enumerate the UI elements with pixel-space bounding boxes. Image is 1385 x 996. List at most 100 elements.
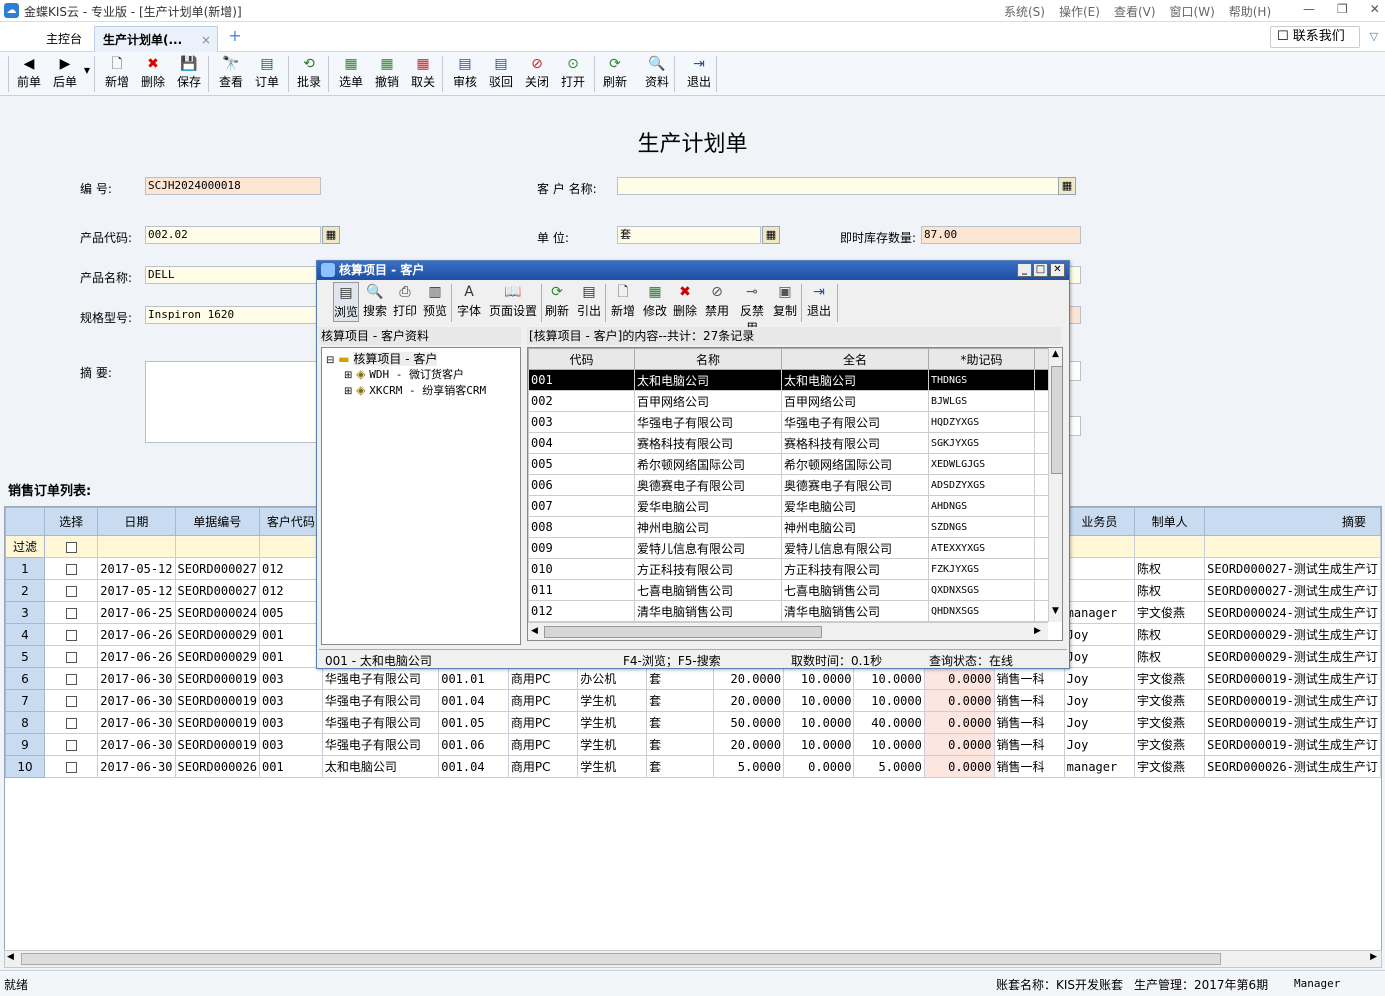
list-horizontal-scrollbar[interactable]: ◀ ▶ xyxy=(528,622,1048,640)
tree-node-wdh[interactable]: ⊞ ◈ WDH - 微订货客户 xyxy=(344,366,464,382)
tab-dropdown-icon[interactable]: ▽ xyxy=(1366,26,1382,48)
undo-button[interactable]: ▦ 撤销 xyxy=(370,54,404,94)
dialog-maximize-icon[interactable]: □ xyxy=(1033,263,1048,277)
product-name-field[interactable]: DELL xyxy=(145,266,321,284)
menu-system[interactable]: 系统(S) xyxy=(1004,3,1045,20)
table-row[interactable]: 10 2017-06-30 SEORD000026 001 太和电脑公司 001.04 商用… xyxy=(5,755,1381,778)
memo-textarea[interactable] xyxy=(145,361,321,443)
audit-button[interactable]: ▤ 审核 xyxy=(448,54,482,94)
header-date[interactable]: 日期 xyxy=(97,507,176,536)
table-row[interactable]: 6 2017-06-30 SEORD000019 003 华强电子有限公司 001.01 商… xyxy=(5,667,1381,690)
row-checkbox[interactable] xyxy=(65,761,77,773)
prev-button[interactable]: ◀ 前单 xyxy=(12,54,46,94)
dialog-disable-button[interactable]: ⊘ 禁用 xyxy=(703,282,731,322)
uncancel-button[interactable]: ▦ 取关 xyxy=(406,54,440,94)
info-button[interactable]: 🔍 资料 xyxy=(640,54,674,94)
filter-checkbox-cell[interactable] xyxy=(43,535,99,558)
customer-row[interactable]: 009 爱特儿信息有限公司 爱特儿信息有限公司 ATEXXYXGS xyxy=(528,537,1049,559)
dialog-minimize-icon[interactable]: _ xyxy=(1017,263,1032,277)
tab-production-plan[interactable]: 生产计划单(... × xyxy=(94,26,218,52)
select-cell[interactable] xyxy=(43,579,99,602)
select-cell[interactable] xyxy=(43,667,99,690)
save-button[interactable]: 💾 保存 xyxy=(172,54,206,94)
new-button[interactable]: 🗋 新增 xyxy=(100,54,134,94)
product-code-field[interactable]: 002.02 xyxy=(145,226,321,244)
delete-button[interactable]: ✖ 删除 xyxy=(136,54,170,94)
menu-view[interactable]: 查看(V) xyxy=(1114,3,1156,20)
dialog-copy-button[interactable]: ▣ 复制 xyxy=(771,282,799,322)
select-cell[interactable] xyxy=(43,623,99,646)
select-cell[interactable] xyxy=(43,711,99,734)
row-checkbox[interactable] xyxy=(65,585,77,597)
row-checkbox[interactable] xyxy=(65,695,77,707)
dialog-edit-button[interactable]: ▦ 修改 xyxy=(641,282,669,322)
customer-row[interactable]: 007 爱华电脑公司 爱华电脑公司 AHDNGS xyxy=(528,495,1049,517)
select-button[interactable]: ▦ 选单 xyxy=(334,54,368,94)
tab-close-icon[interactable]: × xyxy=(201,27,211,53)
filter-cell[interactable] xyxy=(97,535,176,558)
header-memo[interactable]: 摘要 xyxy=(1204,507,1381,536)
scroll-thumb[interactable] xyxy=(1051,366,1062,474)
view-button[interactable]: 🔭 查看 xyxy=(214,54,248,94)
unit-lookup-icon[interactable]: ▦ xyxy=(762,226,780,244)
menu-window[interactable]: 窗口(W) xyxy=(1170,3,1215,20)
dialog-close-icon[interactable]: ✕ xyxy=(1050,263,1065,277)
dialog-search-button[interactable]: 🔍 搜索 xyxy=(361,282,389,322)
col-name[interactable]: 名称 xyxy=(634,348,782,370)
row-checkbox[interactable] xyxy=(65,563,77,575)
dialog-page-setup-button[interactable]: 📖 页面设置 xyxy=(487,282,539,322)
dialog-enable-button[interactable]: ⊸反禁用 xyxy=(735,282,769,335)
grid-horizontal-scrollbar[interactable]: ◀ ▶ xyxy=(4,950,1382,968)
scroll-left-icon[interactable]: ◀ xyxy=(7,952,14,962)
header-bill-no[interactable]: 单据编号 xyxy=(174,507,260,536)
restore-icon[interactable]: ❐ xyxy=(1337,2,1348,16)
customer-row[interactable]: 006 奥德赛电子有限公司 奥德赛电子有限公司 ADSDZYXGS xyxy=(528,474,1049,496)
row-checkbox[interactable] xyxy=(65,629,77,641)
menu-help[interactable]: 帮助(H) xyxy=(1229,3,1271,20)
col-fullname[interactable]: 全名 xyxy=(781,348,929,370)
close-icon[interactable]: ✕ xyxy=(1370,2,1380,16)
next-button[interactable]: ▶ 后单 xyxy=(48,54,82,94)
row-checkbox[interactable] xyxy=(65,739,77,751)
list-vertical-scrollbar[interactable]: ▲ ▼ xyxy=(1048,348,1062,622)
minimize-icon[interactable]: — xyxy=(1303,2,1315,16)
select-cell[interactable] xyxy=(43,557,99,580)
dialog-export-button[interactable]: ▤ 引出 xyxy=(575,282,603,322)
header-customer-code[interactable]: 客户代码 xyxy=(258,507,323,536)
product-lookup-icon[interactable]: ▦ xyxy=(322,226,340,244)
unit-field[interactable]: 套 xyxy=(617,226,761,244)
dialog-delete-button[interactable]: ✖ 删除 xyxy=(671,282,699,322)
filter-cell[interactable] xyxy=(1134,535,1206,558)
filter-cell[interactable] xyxy=(1063,535,1136,558)
expand-icon[interactable]: ⊞ xyxy=(344,386,352,397)
select-cell[interactable] xyxy=(43,601,99,624)
row-checkbox[interactable] xyxy=(65,717,77,729)
number-field[interactable]: SCJH2024000018 xyxy=(145,177,321,195)
select-cell[interactable] xyxy=(43,645,99,668)
expand-icon[interactable]: ⊞ xyxy=(344,370,352,381)
customer-row[interactable]: 010 方正科技有限公司 方正科技有限公司 FZKJYXGS xyxy=(528,558,1049,580)
table-row[interactable]: 8 2017-06-30 SEORD000019 003 华强电子有限公司 001.05 商… xyxy=(5,711,1381,734)
header-select[interactable]: 选择 xyxy=(43,507,99,536)
customer-field[interactable] xyxy=(617,177,1059,195)
select-cell[interactable] xyxy=(43,733,99,756)
dialog-font-button[interactable]: A 字体 xyxy=(455,282,483,322)
header-maker[interactable]: 制单人 xyxy=(1134,507,1206,536)
refresh-button[interactable]: ⟳ 刷新 xyxy=(598,54,632,94)
tree-node-xkcrm[interactable]: ⊞ ◈ XKCRM - 纷享销客CRM xyxy=(344,382,486,398)
scroll-up-icon[interactable]: ▲ xyxy=(1052,349,1059,359)
add-tab-icon[interactable]: + xyxy=(226,28,244,46)
filter-cell[interactable] xyxy=(174,535,260,558)
row-checkbox[interactable] xyxy=(65,607,77,619)
header-salesman[interactable]: 业务员 xyxy=(1063,507,1136,536)
select-cell[interactable] xyxy=(43,689,99,712)
close-button[interactable]: ⊘ 关闭 xyxy=(520,54,554,94)
customer-row[interactable]: 011 七喜电脑销售公司 七喜电脑销售公司 QXDNXSGS xyxy=(528,579,1049,601)
dialog-refresh-button[interactable]: ⟳ 刷新 xyxy=(543,282,571,322)
scroll-down-icon[interactable]: ▼ xyxy=(1052,606,1059,616)
spec-field[interactable]: Inspiron 1620 xyxy=(145,306,321,324)
scroll-left-icon[interactable]: ◀ xyxy=(531,626,538,636)
customer-row[interactable]: 008 神州电脑公司 神州电脑公司 SZDNGS xyxy=(528,516,1049,538)
next-dropdown-icon[interactable]: ▼ xyxy=(82,66,92,106)
customer-row[interactable]: 003 华强电子有限公司 华强电子有限公司 HQDZYXGS xyxy=(528,411,1049,433)
